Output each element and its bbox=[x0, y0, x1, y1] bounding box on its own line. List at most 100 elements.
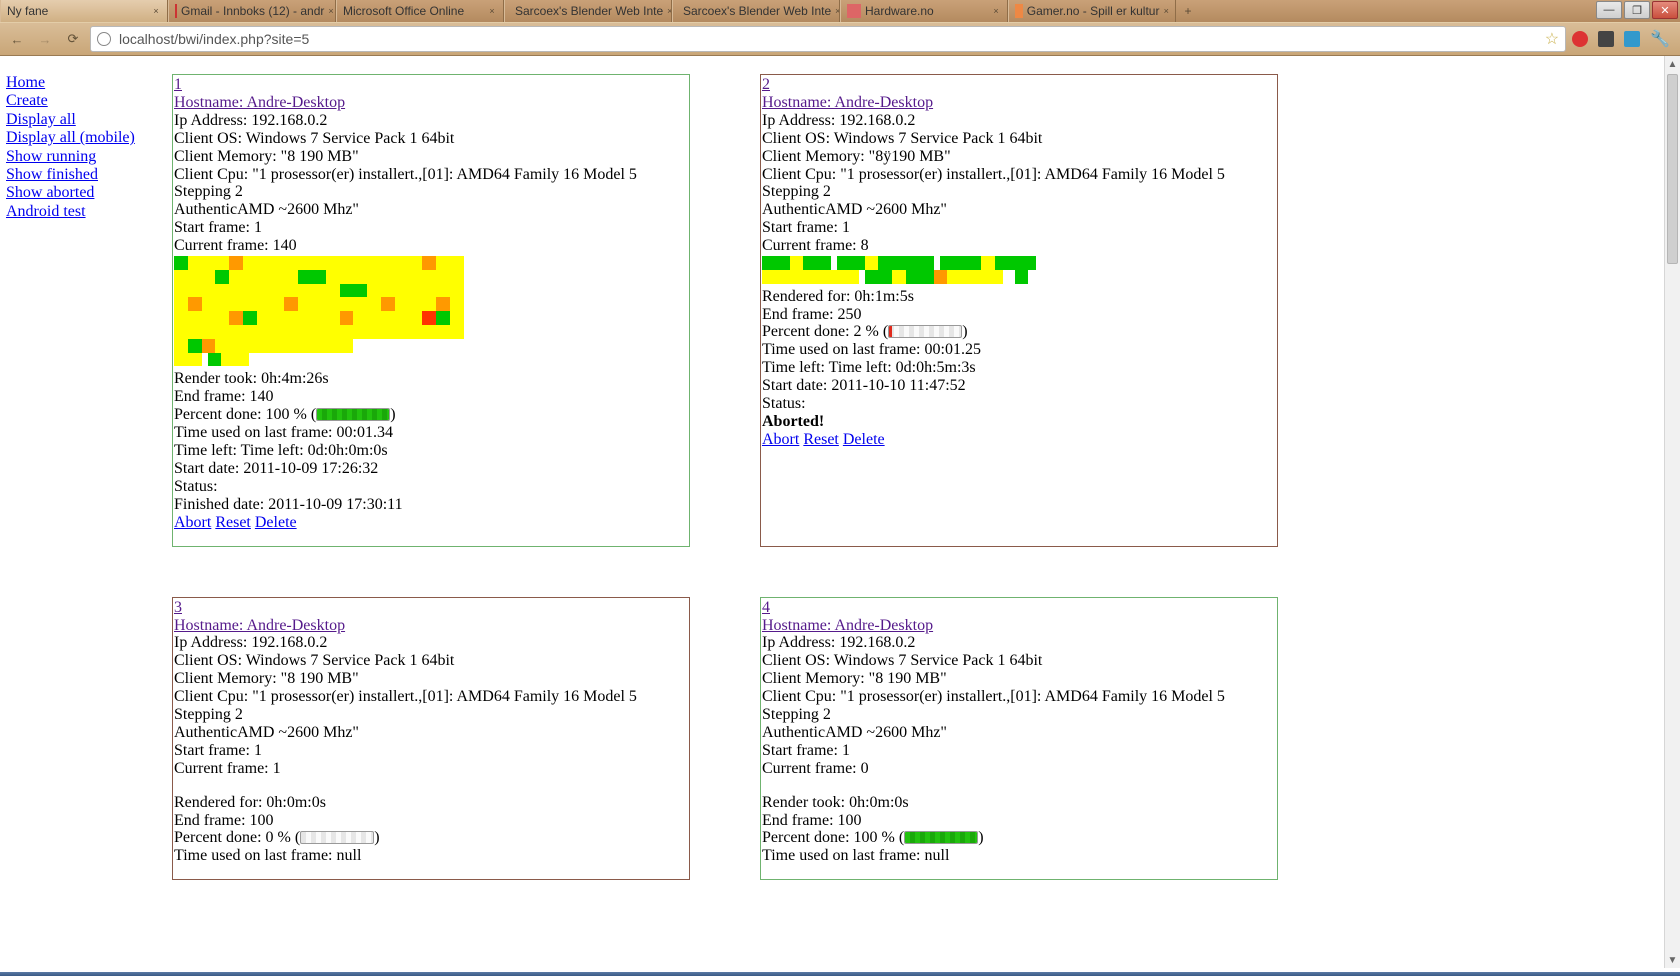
info-line: AuthenticAMD ~2600 Mhz" bbox=[173, 201, 689, 219]
forward-button[interactable]: → bbox=[34, 28, 56, 50]
close-button[interactable]: ✕ bbox=[1652, 1, 1678, 19]
reset-link[interactable]: Reset bbox=[215, 514, 251, 531]
extension-icon[interactable] bbox=[1624, 31, 1640, 47]
tab-label: Gamer.no - Spill er kultur bbox=[1027, 4, 1160, 18]
info-line: End frame: 140 bbox=[173, 388, 689, 406]
info-line: Status: bbox=[761, 395, 1277, 413]
info-line: Client Memory: "8ÿ190 MB" bbox=[761, 148, 1277, 166]
address-bar: ← → ⟳ ☆ 🔧 bbox=[0, 22, 1680, 56]
delete-link[interactable]: Delete bbox=[255, 514, 297, 531]
abort-link[interactable]: Abort bbox=[762, 431, 799, 448]
job-id-link[interactable]: 3 bbox=[174, 599, 182, 616]
info-line: Client Cpu: "1 prosessor(er) installert.… bbox=[173, 688, 689, 724]
close-icon[interactable]: × bbox=[487, 6, 497, 16]
close-icon[interactable]: × bbox=[991, 6, 1001, 16]
info-line: Start date: 2011-10-10 11:47:52 bbox=[761, 377, 1277, 395]
reset-link[interactable]: Reset bbox=[803, 431, 839, 448]
maximize-button[interactable]: ❐ bbox=[1624, 1, 1650, 19]
info-line: Client OS: Windows 7 Service Pack 1 64bi… bbox=[761, 130, 1277, 148]
info-line: Start frame: 1 bbox=[761, 742, 1277, 760]
extension-icon[interactable] bbox=[1572, 31, 1588, 47]
nav-link[interactable]: Display all bbox=[6, 111, 172, 129]
tab-label: Sarcoex's Blender Web Inte bbox=[515, 4, 663, 18]
nav-link[interactable]: Create bbox=[6, 92, 172, 110]
nav-link[interactable]: Show aborted bbox=[6, 184, 172, 202]
percent-line: Percent done: 100 % () bbox=[173, 406, 689, 424]
wrench-icon[interactable]: 🔧 bbox=[1650, 29, 1670, 49]
back-button[interactable]: ← bbox=[6, 28, 28, 50]
info-line: Client OS: Windows 7 Service Pack 1 64bi… bbox=[761, 652, 1277, 670]
percent-line: Percent done: 2 % () bbox=[761, 323, 1277, 341]
hostname-link[interactable]: Hostname: Andre-Desktop bbox=[174, 94, 345, 111]
bookmark-icon[interactable]: ☆ bbox=[1545, 29, 1559, 49]
extension-icon[interactable] bbox=[1598, 31, 1614, 47]
delete-link[interactable]: Delete bbox=[843, 431, 885, 448]
tab-2[interactable]: Microsoft Office Online × bbox=[336, 0, 504, 22]
page-viewport: HomeCreateDisplay allDisplay all (mobile… bbox=[0, 56, 1664, 968]
nav-link[interactable]: Show finished bbox=[6, 166, 172, 184]
info-line: Client Cpu: "1 prosessor(er) installert.… bbox=[761, 688, 1277, 724]
info-line: Start date: 2011-10-09 17:26:32 bbox=[173, 460, 689, 478]
percent-line: Percent done: 0 % () bbox=[173, 829, 689, 847]
nav-link[interactable]: Home bbox=[6, 74, 172, 92]
action-row: Abort Reset Delete bbox=[761, 431, 1277, 449]
reload-button[interactable]: ⟳ bbox=[62, 28, 84, 50]
info-line: Current frame: 8 bbox=[761, 237, 1277, 255]
browser-chrome: Ny fane × Gmail - Innboks (12) - andr × … bbox=[0, 0, 1680, 56]
info-line: End frame: 100 bbox=[761, 812, 1277, 830]
tab-6[interactable]: Gamer.no - Spill er kultur × bbox=[1008, 0, 1176, 22]
tab-0[interactable]: Ny fane × bbox=[0, 0, 168, 22]
tab-3[interactable]: Sarcoex's Blender Web Inte × bbox=[504, 0, 672, 22]
job-id-link[interactable]: 1 bbox=[174, 76, 182, 93]
job-id-link[interactable]: 2 bbox=[762, 76, 770, 93]
info-line: Time used on last frame: 00:01.34 bbox=[173, 424, 689, 442]
info-line: Current frame: 1 bbox=[173, 760, 689, 778]
info-line: Ip Address: 192.168.0.2 bbox=[173, 634, 689, 652]
info-line: Current frame: 140 bbox=[173, 237, 689, 255]
tab-5[interactable]: Hardware.no × bbox=[840, 0, 1008, 22]
scroll-up-icon[interactable]: ▲ bbox=[1665, 56, 1680, 72]
info-line: End frame: 100 bbox=[173, 812, 689, 830]
close-icon[interactable]: × bbox=[151, 6, 161, 16]
close-icon[interactable]: × bbox=[328, 6, 333, 16]
info-line: End frame: 250 bbox=[761, 306, 1277, 324]
url-input[interactable] bbox=[117, 30, 1539, 48]
scroll-thumb[interactable] bbox=[1667, 74, 1678, 264]
minimize-button[interactable]: — bbox=[1596, 1, 1622, 19]
gamer-icon bbox=[1015, 4, 1023, 18]
info-line: Finished date: 2011-10-09 17:30:11 bbox=[173, 496, 689, 514]
hw-icon bbox=[847, 4, 861, 18]
job-card: 2Hostname: Andre-DesktopIp Address: 192.… bbox=[760, 74, 1278, 547]
hostname-link[interactable]: Hostname: Andre-Desktop bbox=[762, 617, 933, 634]
progress-bar bbox=[316, 408, 390, 421]
action-row: Abort Reset Delete bbox=[173, 514, 689, 532]
close-icon[interactable]: × bbox=[1163, 6, 1169, 16]
info-line: Client Cpu: "1 prosessor(er) installert.… bbox=[173, 166, 689, 202]
new-tab-button[interactable]: + bbox=[1176, 0, 1200, 22]
tab-1[interactable]: Gmail - Innboks (12) - andr × bbox=[168, 0, 336, 22]
nav-link[interactable]: Display all (mobile) bbox=[6, 129, 172, 147]
tab-label: Ny fane bbox=[7, 4, 48, 18]
frame-tiles bbox=[173, 255, 689, 370]
job-grid: 1Hostname: Andre-DesktopIp Address: 192.… bbox=[172, 74, 1664, 880]
info-line: Client Memory: "8 190 MB" bbox=[761, 670, 1277, 688]
abort-link[interactable]: Abort bbox=[174, 514, 211, 531]
hostname-link[interactable]: Hostname: Andre-Desktop bbox=[762, 94, 933, 111]
gmail-icon bbox=[175, 4, 177, 18]
scroll-down-icon[interactable]: ▼ bbox=[1665, 952, 1680, 968]
sidebar-nav: HomeCreateDisplay allDisplay all (mobile… bbox=[6, 74, 172, 880]
nav-link[interactable]: Show running bbox=[6, 148, 172, 166]
omnibox[interactable]: ☆ bbox=[90, 26, 1566, 52]
info-line: AuthenticAMD ~2600 Mhz" bbox=[173, 724, 689, 742]
info-line: Time used on last frame: null bbox=[761, 847, 1277, 865]
job-card: 1Hostname: Andre-DesktopIp Address: 192.… bbox=[172, 74, 690, 547]
job-id-link[interactable]: 4 bbox=[762, 599, 770, 616]
tab-4[interactable]: Sarcoex's Blender Web Inte × bbox=[672, 0, 840, 22]
info-line: Client Memory: "8 190 MB" bbox=[173, 670, 689, 688]
render-time: Rendered for: 0h:1m:5s bbox=[761, 288, 1277, 306]
info-line: Start frame: 1 bbox=[173, 219, 689, 237]
hostname-link[interactable]: Hostname: Andre-Desktop bbox=[174, 617, 345, 634]
nav-link[interactable]: Android test bbox=[6, 203, 172, 221]
scrollbar[interactable]: ▲ ▼ bbox=[1664, 56, 1680, 968]
progress-bar bbox=[888, 325, 962, 338]
